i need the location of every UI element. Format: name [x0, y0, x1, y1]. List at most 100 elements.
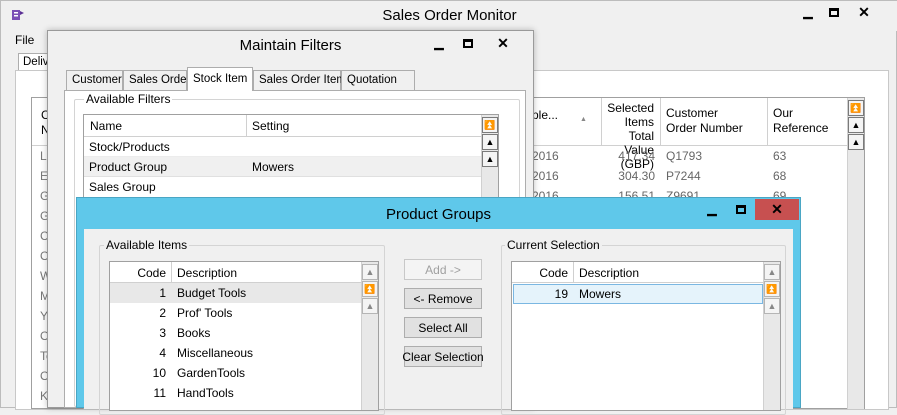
col-code-label: Code — [137, 265, 166, 280]
item-description: Miscellaneous — [177, 346, 254, 360]
tab-quotation[interactable]: Quotation — [341, 70, 415, 90]
row-ref: 63 — [773, 149, 787, 163]
filter-setting: Mowers — [252, 159, 295, 174]
groups-close-button[interactable]: ✕ — [755, 199, 799, 220]
col-description-label: Description — [177, 265, 238, 280]
customer-order-col-header[interactable]: Customer Order Number — [661, 98, 768, 146]
scroll-top-icon[interactable]: ⏫ — [848, 100, 864, 116]
available-items-label: Available Items — [104, 238, 190, 252]
filter-name: Sales Group — [89, 180, 156, 194]
current-grid-header: Code Description — [512, 262, 780, 283]
main-maximize-button[interactable] — [819, 2, 849, 22]
col-description-header[interactable]: Description — [574, 262, 763, 283]
main-title: Sales Order Monitor — [382, 7, 517, 24]
tab-sales-order[interactable]: Sales Order — [123, 70, 191, 90]
scroll-up-icon[interactable]: ▲ — [764, 298, 780, 314]
col-code-header[interactable]: Code — [512, 262, 574, 283]
main-scrollbar[interactable]: ⏫ ▲ ▲ — [847, 98, 864, 409]
groups-maximize-button[interactable] — [726, 199, 756, 219]
tab-customer[interactable]: Customer — [66, 70, 123, 90]
filters-minimize-button[interactable]: ▁ — [424, 33, 454, 53]
item-code: 2 — [159, 306, 166, 320]
col-name-label: Name — [90, 119, 123, 133]
main-titlebar[interactable]: Sales Order Monitor ▁ ✕ — [1, 1, 897, 31]
item-code: 19 — [554, 287, 568, 301]
reference-header-l2: Reference — [773, 121, 829, 135]
select-all-button[interactable]: Select All — [404, 317, 482, 338]
total-col-header[interactable]: Selected Items Total Value (GBP) — [602, 98, 661, 171]
row-total: 417.34 — [618, 149, 655, 163]
item-description: GardenTools — [177, 366, 246, 380]
item-description: Mowers — [579, 287, 622, 301]
available-filters-label: Available Filters — [84, 92, 173, 106]
filters-close-button[interactable]: ✕ — [488, 33, 518, 53]
remove-button[interactable]: <- Remove — [404, 288, 482, 309]
table-row[interactable]: Stock/Products — [84, 137, 482, 157]
reference-col-header[interactable]: Our Reference — [768, 98, 848, 146]
item-description: Books — [177, 326, 211, 340]
total-col-header-l1: Selected — [607, 101, 654, 115]
clear-selection-button[interactable]: Clear Selection — [402, 346, 484, 367]
scroll-up-icon[interactable]: ▲ — [482, 151, 498, 167]
main-close-button[interactable]: ✕ — [849, 2, 879, 22]
table-row[interactable]: 19 Mowers — [513, 284, 763, 304]
table-row[interactable]: Sales Group — [84, 177, 482, 197]
scroll-page-up-icon[interactable]: ▲ — [482, 134, 498, 150]
scroll-up-icon[interactable]: ▲ — [362, 298, 378, 314]
groups-title: Product Groups — [385, 206, 492, 223]
menu-file[interactable]: File — [15, 33, 34, 47]
col-description-header[interactable]: Description — [172, 262, 361, 283]
table-row[interactable]: 10 GardenTools — [110, 363, 361, 383]
item-code: 3 — [159, 326, 166, 340]
table-row[interactable]: 3 Books — [110, 323, 361, 343]
scroll-page-up-icon[interactable]: ▲ — [848, 117, 864, 133]
table-row[interactable]: 2 Prof' Tools — [110, 303, 361, 323]
tab-customer-label: Customer — [72, 74, 122, 86]
groups-titlebar[interactable]: Product Groups ▁ ✕ — [77, 198, 800, 229]
filter-name: Product Group — [89, 159, 168, 174]
item-code: 4 — [159, 346, 166, 360]
filter-name: Stock/Products — [89, 139, 170, 154]
row-total: 304.30 — [618, 169, 655, 183]
current-scrollbar[interactable]: ▲ ⏫ ▲ — [763, 262, 780, 410]
item-code: 10 — [152, 366, 166, 380]
item-code: 11 — [153, 386, 166, 400]
scroll-top-icon[interactable]: ⏫ — [482, 117, 498, 133]
table-row[interactable]: Product Group Mowers — [84, 157, 482, 177]
scroll-top-icon[interactable]: ▲ — [362, 264, 378, 280]
customer-order-header-l2: Order Number — [666, 121, 743, 135]
groups-body: Available Items Code Description 1 Budge… — [84, 229, 793, 415]
filters-tabstrip: Customer Sales Order Stock Item Sales Or… — [66, 67, 526, 91]
tab-sales-order-label: Sales Order — [129, 74, 191, 86]
item-description: Budget Tools — [177, 286, 247, 300]
scroll-page-up-icon[interactable]: ⏫ — [764, 281, 780, 297]
available-scrollbar[interactable]: ▲ ⏫ ▲ — [361, 262, 378, 410]
scroll-top-icon[interactable]: ▲ — [764, 264, 780, 280]
table-row[interactable]: 11 HandTools — [110, 383, 361, 403]
item-description: Prof' Tools — [177, 306, 233, 320]
filters-titlebar[interactable]: Maintain Filters ▁ ✕ — [48, 31, 533, 59]
table-row[interactable]: 2/2016 304.30 P7244 68 — [522, 166, 852, 186]
filters-grid-header: Name Setting — [84, 115, 498, 137]
scroll-page-up-icon[interactable]: ⏫ — [362, 281, 378, 297]
groups-minimize-button[interactable]: ▁ — [697, 199, 727, 219]
tab-sales-order-item[interactable]: Sales Order Item — [253, 70, 346, 90]
row-ref: 68 — [773, 169, 787, 183]
table-row[interactable]: 1 Budget Tools — [110, 283, 361, 303]
scroll-up-icon[interactable]: ▲ — [848, 134, 864, 150]
tab-stock-item[interactable]: Stock Item — [187, 67, 253, 91]
sort-desc-icon: ▲ — [580, 116, 587, 123]
table-row[interactable]: 4 Miscellaneous — [110, 343, 361, 363]
col-code-header[interactable]: Code — [110, 262, 172, 283]
col-setting-header[interactable]: Setting — [247, 115, 482, 137]
reference-header-l1: Our — [773, 106, 794, 120]
col-name-header[interactable]: Name — [84, 115, 247, 137]
filters-maximize-button[interactable] — [453, 33, 483, 53]
product-groups-window: Product Groups ▁ ✕ Available Items Code … — [76, 197, 801, 415]
table-row[interactable]: 2/2016 417.34 Q1793 63 — [522, 146, 852, 166]
add-button[interactable]: Add -> — [404, 259, 482, 280]
date-col-header[interactable]: mple... ▲ — [522, 98, 602, 146]
tab-sales-order-item-label: Sales Order Item — [259, 74, 346, 86]
item-description: HandTools — [177, 386, 234, 400]
col-code-label: Code — [539, 265, 568, 280]
